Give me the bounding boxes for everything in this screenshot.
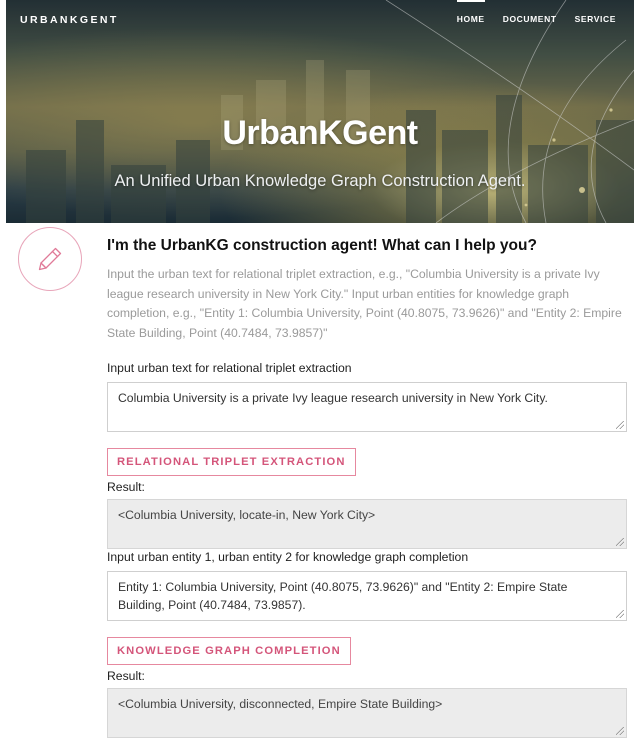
resize-handle-icon[interactable] — [616, 727, 624, 735]
completion-text-value: Entity 1: Columbia University, Point (40… — [118, 580, 568, 612]
nav-home[interactable]: HOME — [456, 0, 485, 28]
nav-document[interactable]: DOCUMENT — [503, 14, 557, 28]
agent-intro: I'm the UrbanKG construction agent! What… — [107, 236, 627, 343]
pencil-icon — [38, 247, 62, 271]
main-nav: HOME DOCUMENT SERVICE — [456, 0, 616, 28]
completion-result-label: Result: — [107, 669, 145, 683]
completion-input-label: Input urban entity 1, urban entity 2 for… — [107, 550, 469, 564]
completion-result-output[interactable]: <Columbia University, disconnected, Empi… — [107, 688, 627, 738]
completion-result-value: <Columbia University, disconnected, Empi… — [118, 697, 443, 711]
hero-title: UrbanKGent — [222, 114, 418, 152]
agent-heading: I'm the UrbanKG construction agent! What… — [107, 237, 537, 254]
relational-triplet-extraction-button[interactable]: RELATIONAL TRIPLET EXTRACTION — [107, 448, 356, 476]
pencil-icon-badge — [18, 227, 82, 291]
nav-service[interactable]: SERVICE — [575, 14, 616, 28]
triplet-result-label: Result: — [107, 480, 145, 494]
triplet-input-label: Input urban text for relational triplet … — [107, 361, 352, 375]
hero-subtitle: An Unified Urban Knowledge Graph Constru… — [114, 172, 526, 190]
resize-handle-icon[interactable] — [616, 421, 624, 429]
triplet-result-value: <Columbia University, locate-in, New Yor… — [118, 508, 376, 522]
hero-banner: URBANKGENT HOME DOCUMENT SERVICE UrbanKG… — [6, 0, 634, 223]
knowledge-graph-completion-button[interactable]: KNOWLEDGE GRAPH COMPLETION — [107, 637, 351, 665]
agent-instructions: Input the urban text for relational trip… — [107, 267, 622, 340]
brand-logo[interactable]: URBANKGENT — [20, 14, 119, 26]
triplet-result-output[interactable]: <Columbia University, locate-in, New Yor… — [107, 499, 627, 549]
resize-handle-icon[interactable] — [616, 610, 624, 618]
triplet-text-value: Columbia University is a private Ivy lea… — [118, 391, 548, 405]
resize-handle-icon[interactable] — [616, 538, 624, 546]
completion-text-input[interactable]: Entity 1: Columbia University, Point (40… — [107, 571, 627, 621]
triplet-text-input[interactable]: Columbia University is a private Ivy lea… — [107, 382, 627, 432]
